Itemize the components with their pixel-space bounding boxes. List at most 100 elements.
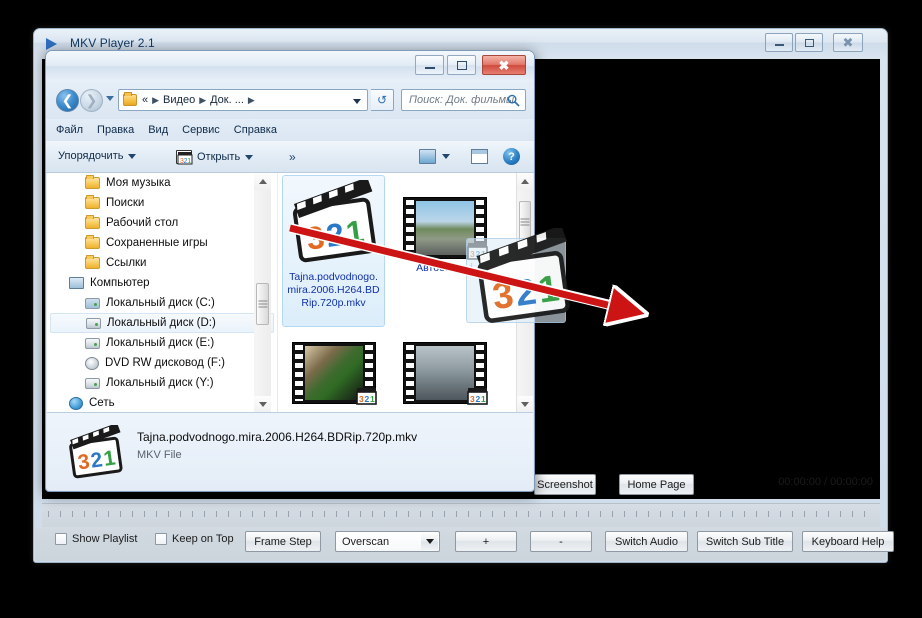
player-minimize-button[interactable] (765, 33, 793, 52)
tree-item-drive-c[interactable]: Локальный диск (C:) (47, 293, 277, 313)
open-button[interactable]: 3 2 1 Открыть (176, 150, 254, 165)
navigation-pane-scrollbar[interactable] (254, 173, 271, 413)
computer-icon (69, 277, 84, 289)
tree-item-label: Рабочий стол (106, 217, 179, 229)
tree-item-label: Компьютер (90, 277, 150, 289)
playback-time-display: 00:00:00 / 00:00:00 (778, 476, 873, 488)
tree-item-my-music[interactable]: Моя музыка (47, 173, 277, 193)
tree-item-links[interactable]: Ссылки (47, 253, 277, 273)
screenshot-button[interactable]: Screenshot (534, 474, 596, 495)
scroll-down-arrow-icon[interactable] (517, 396, 533, 413)
svg-text:1: 1 (187, 158, 191, 165)
menu-view[interactable]: Вид (148, 124, 168, 136)
tree-item-saved-games[interactable]: Сохраненные игры (47, 233, 277, 253)
search-placeholder: Поиск: Док. фильмы (409, 94, 515, 106)
video-thumbnail-icon: 3 2 1 (291, 342, 377, 405)
explorer-close-button[interactable]: ✖ (482, 55, 526, 75)
help-icon[interactable]: ? (503, 148, 520, 165)
switch-sub-title-button[interactable]: Switch Sub Title (697, 531, 793, 552)
folder-icon (85, 175, 100, 189)
navigation-scrollbar-thumb[interactable] (256, 283, 269, 325)
file-item-fourth[interactable]: 3 2 1 (393, 338, 496, 407)
search-input[interactable]: Поиск: Док. фильмы (401, 89, 526, 111)
switch-audio-button[interactable]: Switch Audio (605, 531, 688, 552)
show-playlist-checkbox[interactable]: Show Playlist (55, 533, 137, 545)
explorer-menu-bar: Файл Правка Вид Сервис Справка (46, 119, 534, 141)
chevron-down-icon (128, 153, 137, 159)
file-item-label: Tajna.podvodnogo.mira.2006.H264.BDRip.72… (287, 271, 380, 309)
frame-step-button[interactable]: Frame Step (245, 531, 321, 552)
seek-bar-ticks (48, 511, 874, 517)
svg-text:3: 3 (470, 394, 475, 404)
tree-item-label: Сеть (89, 397, 115, 409)
home-page-button[interactable]: Home Page (619, 474, 694, 495)
overscan-select[interactable]: Overscan (335, 531, 440, 552)
explorer-window: ✖ ❮ ❯ « ▶ Видео ▶ Док. ... ▶ ↺ Поиск: До… (45, 50, 535, 492)
search-icon[interactable] (507, 94, 520, 107)
tree-item-label: Локальный диск (Y:) (106, 377, 214, 389)
zoom-out-button[interactable]: - (530, 531, 592, 552)
details-filetype: MKV File (137, 449, 182, 461)
menu-edit[interactable]: Правка (97, 124, 134, 136)
scroll-up-arrow-icon[interactable] (254, 173, 271, 190)
breadcrumb-docs[interactable]: Док. ... (210, 94, 244, 106)
refresh-icon[interactable]: ↺ (371, 89, 394, 111)
keep-on-top-checkbox-box[interactable] (155, 533, 167, 545)
file-item-mkv[interactable]: 3 2 1 Tajna.podvodnogo.mira.2006.H264.BD… (282, 175, 385, 327)
seek-bar[interactable] (42, 503, 880, 527)
address-bar[interactable]: « ▶ Видео ▶ Док. ... ▶ (118, 89, 368, 111)
tree-item-computer[interactable]: Компьютер (47, 273, 277, 293)
explorer-titlebar[interactable]: ✖ (46, 51, 534, 81)
tree-item-dvd-drive-f[interactable]: DVD RW дисковод (F:) (47, 353, 277, 373)
tree-item-drive-e[interactable]: Локальный диск (E:) (47, 333, 277, 353)
history-chevron-down-icon[interactable] (106, 96, 114, 101)
tree-item-searches[interactable]: Поиски (47, 193, 277, 213)
tree-item-label: Локальный диск (C:) (106, 297, 215, 309)
player-maximize-button[interactable] (795, 33, 823, 52)
menu-file[interactable]: Файл (56, 124, 83, 136)
tree-item-label: Локальный диск (E:) (106, 337, 215, 349)
tree-item-desktop[interactable]: Рабочий стол (47, 213, 277, 233)
change-view-button[interactable] (419, 149, 450, 164)
folder-icon (85, 235, 100, 249)
navigation-pane: Моя музыка Поиски Рабочий стол Сохраненн… (47, 173, 277, 413)
details-filename: Tajna.podvodnogo.mira.2006.H264.BDRip.72… (137, 430, 418, 444)
organize-label: Упорядочить (58, 150, 124, 162)
tree-item-drive-y[interactable]: Локальный диск (Y:) (47, 373, 277, 393)
more-toolbar-button[interactable]: » (289, 150, 296, 164)
scroll-up-arrow-icon[interactable] (517, 173, 533, 190)
folder-icon (85, 255, 100, 269)
keep-on-top-checkbox[interactable]: Keep on Top (155, 533, 234, 545)
address-chevron-down-icon[interactable] (353, 99, 361, 104)
explorer-minimize-button[interactable] (415, 55, 444, 75)
tree-item-label: Моя музыка (106, 177, 171, 189)
svg-text:1: 1 (370, 394, 375, 404)
breadcrumb-chevrons[interactable]: « (142, 94, 148, 106)
chevron-down-icon[interactable] (442, 154, 450, 159)
breadcrumb-video[interactable]: Видео (163, 94, 195, 106)
keyboard-help-button[interactable]: Keyboard Help (802, 531, 894, 552)
menu-help[interactable]: Справка (234, 124, 277, 136)
tree-item-drive-d[interactable]: Локальный диск (D:) (50, 313, 274, 333)
file-item-third[interactable]: 3 2 1 (282, 338, 385, 407)
menu-tools[interactable]: Сервис (182, 124, 220, 136)
mkv-clapboard-icon: 3 2 1 (176, 150, 193, 165)
organize-button[interactable]: Упорядочить (58, 150, 137, 162)
zoom-in-button[interactable]: + (455, 531, 517, 552)
show-playlist-checkbox-box[interactable] (55, 533, 67, 545)
chevron-down-icon (245, 154, 254, 160)
tree-item-network[interactable]: Сеть (47, 393, 277, 413)
drive-icon (85, 337, 100, 349)
player-close-button[interactable]: ✖ (833, 33, 863, 52)
layout-pane-icon[interactable] (471, 149, 488, 164)
network-icon (69, 396, 83, 410)
preview-pane-icon (419, 149, 436, 164)
drive-icon (85, 377, 100, 389)
explorer-maximize-button[interactable] (447, 55, 476, 75)
play-triangle-icon (46, 38, 57, 50)
svg-text:2: 2 (364, 394, 369, 404)
scroll-down-arrow-icon[interactable] (254, 396, 271, 413)
chevron-down-icon[interactable] (421, 533, 438, 550)
forward-arrow-icon[interactable]: ❯ (80, 89, 103, 112)
back-arrow-icon[interactable]: ❮ (56, 89, 79, 112)
